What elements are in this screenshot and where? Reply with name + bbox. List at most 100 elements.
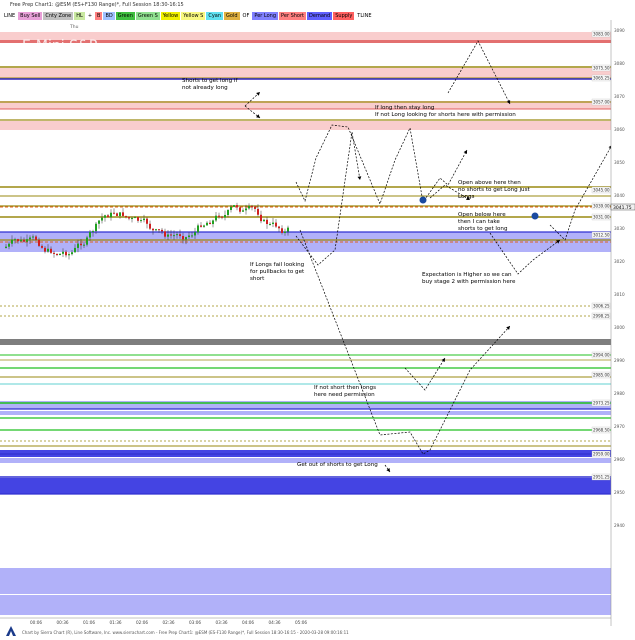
candle-body [83, 244, 85, 246]
price-level-label: 2985.00 [593, 373, 610, 378]
toolbar-study-button[interactable]: BD [103, 11, 116, 20]
price-zone [0, 595, 611, 615]
price-level-label: 3006.25 [593, 304, 610, 309]
toolbar-study-button[interactable]: Gold [224, 11, 241, 20]
candle-body [131, 218, 133, 220]
price-axis-tick: 3080 [614, 61, 625, 66]
price-zone [0, 411, 611, 415]
chart-annotation: Get out of shorts to get Long [297, 462, 378, 468]
chart-background [0, 20, 611, 626]
toolbar-study-button[interactable]: + [85, 11, 96, 20]
toolbar-study-button[interactable]: Buy Sell [18, 11, 44, 20]
time-axis-tick: 00:36 [57, 620, 69, 625]
price-axis-tick: 2970 [614, 424, 625, 429]
candle-body [137, 217, 139, 221]
candle-body [59, 253, 61, 256]
toolbar-study-button[interactable]: LINE [2, 11, 19, 20]
price-axis-tick: 3060 [614, 127, 625, 132]
candle-body [140, 220, 142, 222]
time-axis-tick: 01:36 [110, 620, 122, 625]
candle-body [101, 217, 103, 221]
candle-body [251, 206, 253, 208]
candle-body [170, 234, 172, 236]
chart-title: E-Mini S&P [22, 38, 97, 54]
toolbar-study-button[interactable]: TLINE [355, 11, 375, 20]
candle-body [92, 231, 94, 233]
toolbar-study-button[interactable]: Supply [333, 11, 356, 20]
candle-body [119, 212, 121, 216]
price-axis-tick: 2990 [614, 358, 625, 363]
toolbar-study-button[interactable]: Per Long [252, 11, 280, 20]
price-level-label: 2951.25 [593, 475, 610, 480]
price-axis-tick: 3010 [614, 292, 625, 297]
candle-body [278, 226, 280, 229]
toolbar-study-button[interactable]: OF [240, 11, 253, 20]
candle-body [245, 208, 247, 211]
toolbar-study-button[interactable]: Yellow [160, 11, 182, 20]
candle-body [35, 236, 37, 240]
candle-body [23, 239, 25, 242]
candle-body [44, 247, 46, 252]
time-axis-tick: 04:06 [242, 620, 254, 625]
price-axis-tick: 3070 [614, 94, 625, 99]
candle-body [38, 239, 40, 246]
candle-body [200, 225, 202, 227]
candle-body [11, 239, 13, 244]
candle-body [161, 229, 163, 232]
candle-body [242, 210, 244, 212]
candle-body [272, 222, 274, 224]
candle-body [269, 223, 271, 225]
price-level-label: 2973.25 [593, 401, 610, 406]
price-level-label: 3057.00 [593, 100, 610, 105]
price-axis-tick: 3090 [614, 28, 625, 33]
candle-body [281, 228, 283, 233]
candle-body [20, 239, 22, 242]
candle-body [260, 214, 262, 222]
candle-body [50, 248, 52, 253]
candle-body [167, 234, 169, 237]
price-zone [0, 339, 611, 345]
candle-body [110, 212, 112, 218]
toolbar-study-button[interactable]: Yellow S [181, 11, 207, 20]
toolbar-study-button[interactable]: Demand [307, 11, 334, 20]
candle-body [53, 252, 55, 254]
study-toolbar: LINE Buy Sell Cnty Zone HL + B BD Green Green SY… [0, 11, 635, 20]
price-axis-tick: 2940 [614, 523, 625, 528]
candle-body [62, 251, 64, 254]
candle-body [8, 243, 10, 247]
candle-body [176, 234, 178, 236]
candle-body [98, 220, 100, 224]
toolbar-study-button[interactable]: B [95, 11, 104, 20]
candle-body [134, 217, 136, 219]
chart-footer: Chart by Sierra Chart (R), Line Software… [22, 630, 349, 635]
price-axis-tick: 3050 [614, 160, 625, 165]
toolbar-study-button[interactable]: Cyan [206, 11, 225, 20]
candle-body [224, 214, 226, 218]
price-chart[interactable]: Shorts to get long if not already longIf … [0, 20, 635, 626]
candle-body [86, 237, 88, 245]
candle-body [128, 217, 130, 219]
toolbar-study-button[interactable]: Green [115, 11, 136, 20]
price-level-label: 3031.00 [593, 215, 610, 220]
time-axis-tick: 02:06 [136, 620, 148, 625]
price-axis-tick: 2960 [614, 457, 625, 462]
candle-body [158, 229, 160, 231]
candle-body [206, 222, 208, 226]
candle-body [29, 237, 31, 240]
toolbar-study-button[interactable]: Green S [135, 11, 161, 20]
candle-body [5, 246, 7, 248]
entry-marker [531, 212, 539, 220]
day-label: Thu [69, 24, 79, 30]
candle-body [65, 251, 67, 256]
toolbar-study-button[interactable]: Cnty Zone [43, 11, 75, 20]
toolbar-study-button[interactable]: Per Short [279, 11, 308, 20]
candle-body [89, 231, 91, 238]
candle-body [125, 215, 127, 218]
candle-body [146, 218, 148, 224]
toolbar-study-button[interactable]: HL [74, 11, 86, 20]
candle-body [74, 247, 76, 253]
price-level-label: 2998.25 [593, 314, 610, 319]
time-axis-tick: 02:36 [163, 620, 175, 625]
price-level-label: 3075.50 [593, 66, 610, 71]
window-title: Free Prep Chart1: @ESM (ES+F130 Range)*,… [0, 0, 635, 10]
